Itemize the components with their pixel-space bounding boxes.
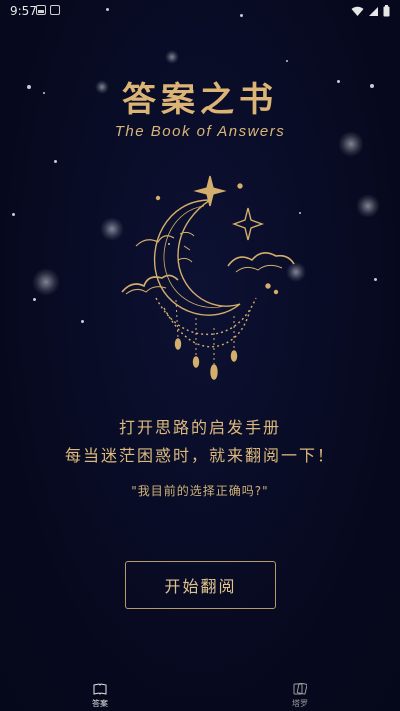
tarot-card-icon bbox=[293, 682, 308, 695]
nav-item-answers[interactable]: 答案 bbox=[70, 683, 130, 709]
nav-label-tarot: 塔罗 bbox=[292, 699, 308, 708]
start-reading-button[interactable]: 开始翻阅 bbox=[125, 561, 276, 609]
app-subtitle: The Book of Answers bbox=[114, 123, 286, 140]
nav-item-tarot[interactable]: 塔罗 bbox=[270, 682, 330, 709]
wifi-icon bbox=[351, 6, 364, 16]
notification-icons bbox=[36, 5, 60, 15]
system-status-icons bbox=[351, 5, 390, 17]
signal-icon bbox=[369, 6, 378, 16]
app-title: 答案之书 bbox=[122, 80, 278, 120]
tagline-line-1: 打开思路的启发手册 bbox=[118, 418, 281, 437]
status-bar: 9:57 bbox=[0, 0, 400, 24]
bottom-nav: 答案 塔罗 bbox=[0, 677, 400, 711]
image-notification-icon bbox=[36, 5, 46, 15]
crescent-moon-illustration bbox=[121, 175, 295, 380]
example-question: "我目前的选择正确吗?" bbox=[131, 484, 269, 498]
status-time: 9:57 bbox=[10, 4, 37, 18]
tagline-line-2: 每当迷茫困惑时，就来翻阅一下！ bbox=[64, 446, 335, 465]
app-notification-icon bbox=[50, 5, 60, 15]
battery-icon bbox=[383, 5, 390, 17]
nav-label-answers: 答案 bbox=[92, 699, 108, 708]
book-icon bbox=[93, 683, 107, 695]
